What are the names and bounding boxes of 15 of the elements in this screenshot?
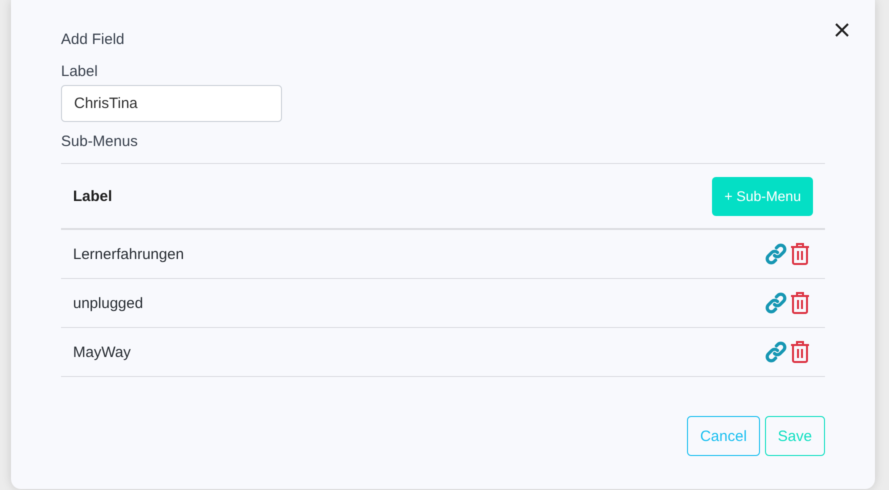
add-submenu-button[interactable]: + Sub-Menu [712,176,813,216]
close-icon[interactable] [834,22,850,38]
table-cell: MayWay [73,344,131,360]
section-heading: Sub-Menus [61,132,139,152]
link-icon[interactable] [764,340,788,364]
dialog-title: Add Field [61,30,126,50]
link-icon[interactable] [764,242,788,266]
cancel-button[interactable]: Cancel [687,416,760,456]
link-icon[interactable] [764,291,788,315]
label-input[interactable]: ChrisTina [61,85,282,122]
table-cell: Lernerfahrungen [73,246,184,262]
field-label: Label [61,62,99,82]
column-header: Label [73,188,112,204]
save-button[interactable]: Save [764,416,825,456]
table-cell: unplugged [73,294,144,312]
